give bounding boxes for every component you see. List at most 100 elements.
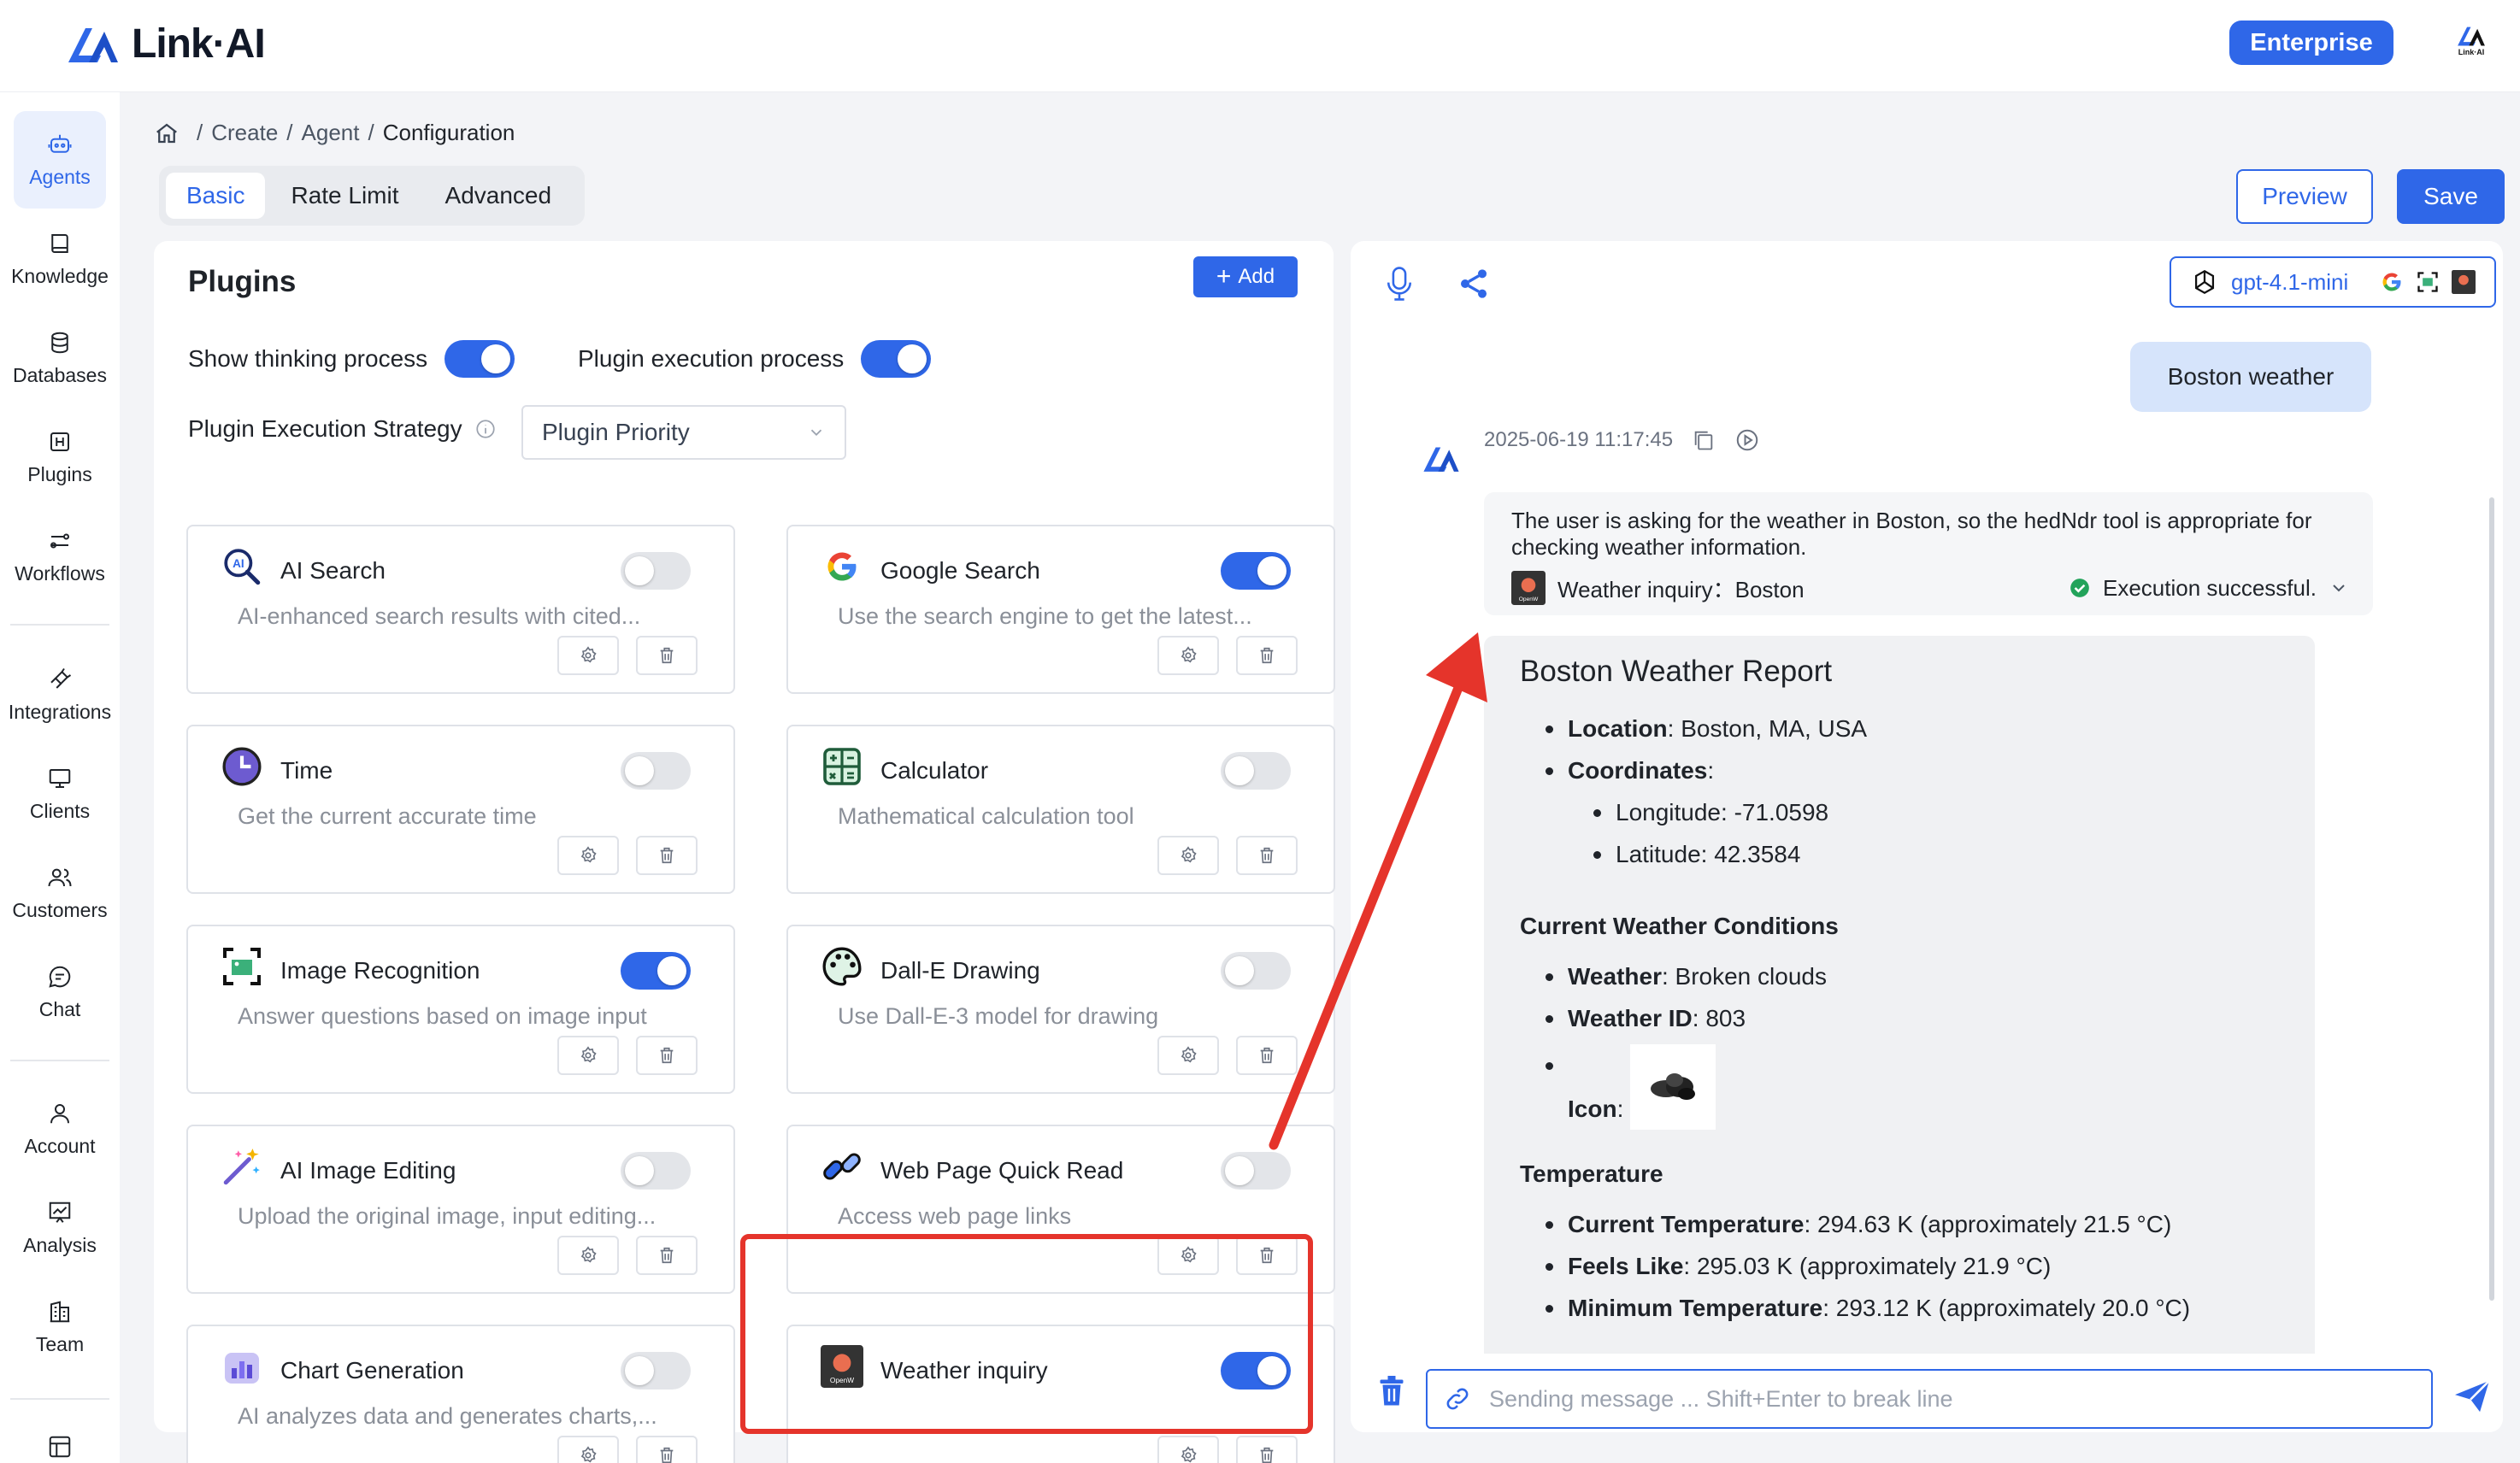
plugin-delete-button[interactable]	[636, 1436, 698, 1463]
message-timestamp: 2025-06-19 11:17:45	[1484, 428, 1674, 451]
plugin-toggle[interactable]	[621, 1352, 691, 1390]
copy-icon[interactable]	[1692, 428, 1716, 452]
plugin-card-dall-e-drawing[interactable]: Dall-E Drawing Use Dall-E-3 model for dra…	[786, 925, 1335, 1094]
chevron-down-icon[interactable]	[2329, 578, 2349, 598]
plugin-card-time[interactable]: Time Get the current accurate time	[186, 725, 735, 894]
enterprise-button[interactable]: Enterprise	[2229, 21, 2393, 65]
plugin-card-image-recognition[interactable]: Image Recognition Answer questions based …	[186, 925, 735, 1094]
trash-icon	[1260, 1447, 1274, 1463]
sidebar-item-account[interactable]: Account	[14, 1080, 106, 1178]
plugin-settings-button[interactable]	[557, 836, 619, 875]
share-icon[interactable]	[1457, 267, 1491, 301]
message-input[interactable]: Sending message ... Shift+Enter to break…	[1426, 1369, 2433, 1429]
plugin-toggle[interactable]	[621, 752, 691, 790]
cloud-icon	[1630, 1044, 1716, 1130]
add-plugin-button[interactable]: + Add	[1193, 256, 1298, 297]
show-thinking-toggle[interactable]	[445, 340, 515, 378]
plugin-delete-button[interactable]	[636, 1236, 698, 1275]
plugin-delete-button[interactable]	[636, 636, 698, 675]
sidebar-item-customers[interactable]: Customers	[12, 844, 108, 942]
plugin-settings-button[interactable]	[557, 1436, 619, 1463]
microphone-icon[interactable]	[1385, 265, 1414, 303]
plugin-card-google-search[interactable]: Google Search Use the search engine to ge…	[786, 525, 1335, 694]
plugin-delete-button[interactable]	[1236, 1036, 1298, 1075]
database-icon	[51, 332, 68, 353]
plugin-toggle[interactable]	[1221, 1152, 1291, 1190]
breadcrumb-agent[interactable]: Agent	[302, 120, 360, 146]
tab-rate-limit[interactable]: Rate Limit	[270, 173, 419, 219]
plugin-card-calculator[interactable]: Calculator Mathematical calculation tool	[786, 725, 1335, 894]
plugin-settings-button[interactable]	[1157, 636, 1219, 675]
plugin-settings-button[interactable]	[557, 1236, 619, 1275]
sidebar-item-clients[interactable]: Clients	[14, 745, 106, 843]
openweather-icon: OpenW	[1511, 571, 1546, 605]
show-thinking-label: Show thinking process	[188, 345, 428, 372]
send-icon[interactable]	[2453, 1379, 2491, 1413]
chat-scrollbar[interactable]	[2489, 497, 2494, 1301]
strategy-select[interactable]: Plugin Priority	[521, 405, 846, 460]
plugin-exec-toggle[interactable]	[861, 340, 932, 378]
plugin-toggle[interactable]	[1221, 952, 1291, 990]
top-bar: Link·AI Enterprise Link·AI	[0, 0, 2520, 92]
tool-call-text: Weather inquiry：Boston	[1557, 576, 1805, 602]
tab-advanced[interactable]: Advanced	[425, 173, 573, 219]
preview-button[interactable]: Preview	[2236, 169, 2373, 224]
plugin-toggle[interactable]	[1221, 552, 1291, 590]
save-button[interactable]: Save	[2397, 169, 2505, 224]
plugin-settings-button[interactable]	[1157, 836, 1219, 875]
sidebar-item-databases[interactable]: Databases	[13, 309, 107, 407]
plugin-delete-button[interactable]	[1236, 1436, 1298, 1463]
tool-call-row[interactable]: OpenW Weather inquiry：Boston Execution s…	[1511, 571, 2349, 605]
plugin-delete-button[interactable]	[636, 836, 698, 875]
sidebar-item-team[interactable]: Team	[14, 1278, 106, 1376]
image-scan-icon	[2417, 272, 2438, 292]
gear-icon	[580, 1246, 597, 1263]
gear-icon	[1181, 846, 1197, 863]
message-meta: 2025-06-19 11:17:45	[1484, 427, 1760, 453]
sidebar-item-workflows[interactable]: Workflows	[14, 508, 106, 605]
tab-basic[interactable]: Basic	[166, 173, 266, 219]
sidebar-item-agents[interactable]: Agents	[14, 111, 106, 209]
plugin-delete-button[interactable]	[636, 1036, 698, 1075]
trash-icon	[660, 1447, 674, 1463]
sidebar-item-plugins[interactable]: Plugins	[14, 408, 106, 506]
plugin-toggle[interactable]	[621, 1152, 691, 1190]
sidebar-item-chat[interactable]: Chat	[14, 943, 106, 1041]
plugin-toggle[interactable]	[1221, 752, 1291, 790]
plugin-description: Get the current accurate time	[238, 803, 537, 829]
plugin-toggle[interactable]	[621, 952, 691, 990]
plugin-settings-button[interactable]	[1157, 1036, 1219, 1075]
info-icon[interactable]	[474, 418, 497, 440]
clock-icon	[221, 745, 263, 788]
plugin-settings-button[interactable]	[557, 1036, 619, 1075]
clear-chat-icon[interactable]	[1376, 1374, 1407, 1408]
plugin-card-ai-search[interactable]: AI AI Search AI-enhanced search results wi…	[186, 525, 735, 694]
message-placeholder: Sending message ... Shift+Enter to break…	[1489, 1385, 1953, 1412]
calculator-icon	[821, 745, 863, 788]
layout-icon[interactable]	[47, 1434, 73, 1460]
plugin-card-ai-image-editing[interactable]: AI Image Editing Upload the original imag…	[186, 1125, 735, 1294]
plugin-delete-button[interactable]	[1236, 636, 1298, 675]
app-logo[interactable]: Link·AI	[67, 21, 266, 68]
bar-chart-icon	[221, 1345, 263, 1388]
sidebar-item-analysis[interactable]: Analysis	[14, 1179, 106, 1277]
play-icon[interactable]	[1734, 427, 1760, 453]
plugin-toggle[interactable]	[621, 552, 691, 590]
breadcrumb-create[interactable]: Create	[211, 120, 278, 146]
google-icon	[821, 545, 863, 588]
attachment-link-icon[interactable]	[1443, 1384, 1472, 1413]
sidebar-item-knowledge[interactable]: Knowledge	[11, 210, 109, 308]
plugin-settings-button[interactable]	[1157, 1436, 1219, 1463]
plugin-delete-button[interactable]	[1236, 836, 1298, 875]
plugin-settings-button[interactable]	[557, 636, 619, 675]
config-tabs: Basic Rate Limit Advanced	[159, 166, 585, 226]
user-avatar[interactable]: Link·AI	[2450, 24, 2493, 67]
users-icon	[48, 868, 72, 886]
model-selector[interactable]: gpt-4.1-mini	[2170, 256, 2496, 308]
app-name: Link·AI	[132, 21, 266, 67]
plugin-name: Google Search	[880, 557, 1040, 584]
home-icon[interactable]	[154, 120, 180, 146]
sidebar-item-integrations[interactable]: Integrations	[9, 646, 111, 743]
plugin-card-chart-generation[interactable]: Chart Generation AI analyzes data and gen…	[186, 1325, 735, 1463]
sidebar-item-label: Databases	[13, 363, 107, 386]
